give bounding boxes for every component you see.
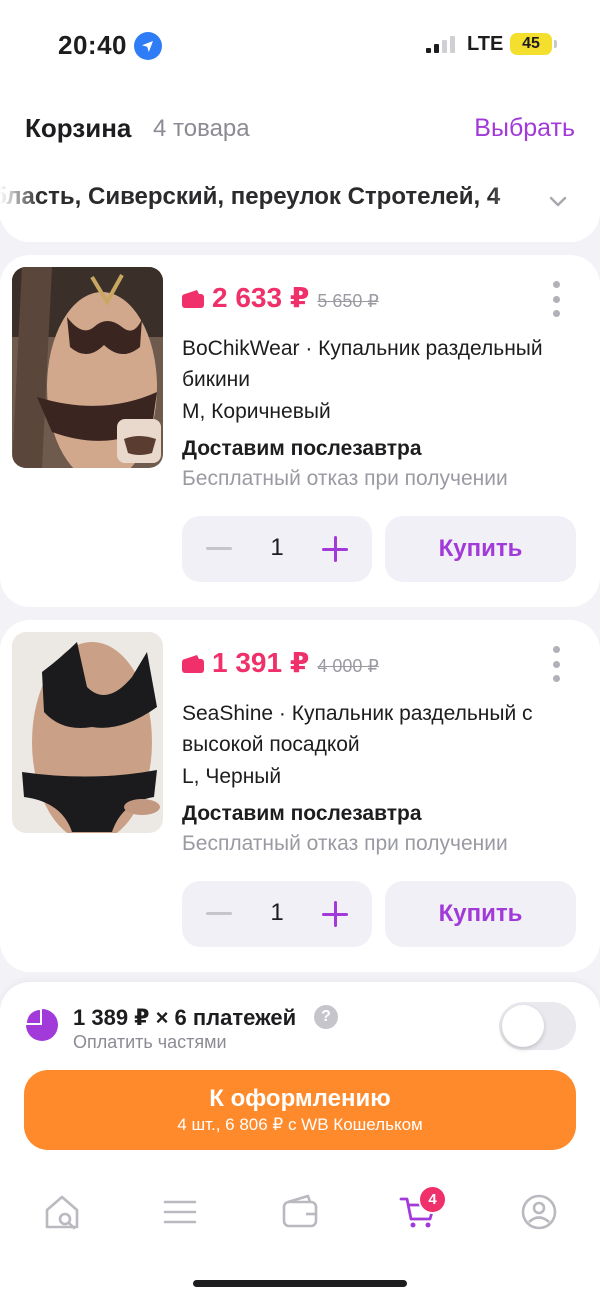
wallet-icon[interactable]: [280, 1192, 320, 1232]
increase-button[interactable]: [322, 901, 348, 927]
product-image[interactable]: [12, 267, 163, 468]
status-time: 20:40: [58, 30, 127, 60]
product-name[interactable]: BoChikWear · Купальник раздельный бикини: [182, 333, 582, 395]
address-fade-left: [0, 176, 40, 220]
battery-level: 45: [522, 35, 540, 52]
product-name[interactable]: SeaShine · Купальник раздельный с высоко…: [182, 698, 582, 760]
quantity-stepper: 1: [182, 516, 372, 582]
installment-toggle[interactable]: [499, 1002, 576, 1050]
refund-note: Бесплатный отказ при получении: [182, 467, 508, 490]
wallet-price-icon: [182, 290, 204, 308]
home-search-icon[interactable]: [42, 1192, 82, 1232]
product-variant: M, Коричневый: [182, 400, 331, 423]
old-price: 4 000 ₽: [317, 656, 379, 676]
delivery-date: Доставим послезавтра: [182, 802, 422, 825]
installment-subtext: Оплатить частями: [73, 1032, 227, 1052]
delivery-date: Доставим послезавтра: [182, 437, 422, 460]
help-icon[interactable]: ?: [314, 1005, 338, 1029]
wallet-price-icon: [182, 655, 204, 673]
price: 1 391 ₽: [212, 647, 310, 678]
product-variant: L, Черный: [182, 765, 282, 788]
buy-button[interactable]: Купить: [385, 881, 576, 947]
profile-icon[interactable]: [519, 1192, 559, 1232]
cart-badge: 4: [418, 1185, 447, 1214]
cart-item: 2 633 ₽ 5 650 ₽ BoChikWear · Купальник р…: [0, 255, 600, 607]
refund-note: Бесплатный отказ при получении: [182, 832, 508, 855]
price: 2 633 ₽: [212, 282, 310, 313]
checkout-title: К оформлению: [209, 1085, 391, 1112]
installment-pie-icon: [26, 1009, 58, 1041]
address-fade-right: [490, 176, 540, 220]
checkout-subtitle: 4 шт., 6 806 ₽ с WB Кошельком: [177, 1115, 423, 1134]
decrease-button[interactable]: [206, 912, 232, 915]
buy-button[interactable]: Купить: [385, 516, 576, 582]
decrease-button[interactable]: [206, 547, 232, 550]
toggle-knob: [502, 1005, 544, 1047]
signal-icon: [426, 35, 456, 53]
more-options-icon[interactable]: [548, 646, 564, 682]
select-button[interactable]: Выбрать: [474, 114, 575, 143]
quantity-value: 1: [270, 534, 284, 561]
price-row: 2 633 ₽ 5 650 ₽: [182, 281, 379, 314]
product-image[interactable]: [12, 632, 163, 833]
quantity-value: 1: [270, 899, 284, 926]
checkout-button[interactable]: К оформлению 4 шт., 6 806 ₽ с WB Кошельк…: [24, 1070, 576, 1150]
page-title: Корзина: [25, 113, 132, 143]
location-arrow-icon: [134, 32, 162, 60]
battery-icon: 45: [510, 33, 557, 55]
cart-item: 1 391 ₽ 4 000 ₽ SeaShine · Купальник раз…: [0, 620, 600, 972]
installment-text: 1 389 ₽ × 6 платежей: [73, 1005, 297, 1030]
quantity-stepper: 1: [182, 881, 372, 947]
more-options-icon[interactable]: [548, 281, 564, 317]
network-label: LTE: [467, 33, 504, 55]
old-price: 5 650 ₽: [317, 291, 379, 311]
address-text: бласть, Сиверский, переулок Стротелей, 4: [0, 183, 501, 210]
home-indicator: [193, 1280, 407, 1287]
increase-button[interactable]: [322, 536, 348, 562]
status-bar: 20:40 LTE 45: [0, 0, 600, 90]
menu-icon[interactable]: [160, 1192, 200, 1232]
item-count: 4 товара: [153, 115, 250, 142]
price-row: 1 391 ₽ 4 000 ₽: [182, 646, 379, 679]
bottom-nav: [0, 1180, 600, 1244]
address-selector[interactable]: бласть, Сиверский, переулок Стротелей, 4: [0, 183, 548, 211]
chevron-down-icon[interactable]: [547, 190, 569, 212]
